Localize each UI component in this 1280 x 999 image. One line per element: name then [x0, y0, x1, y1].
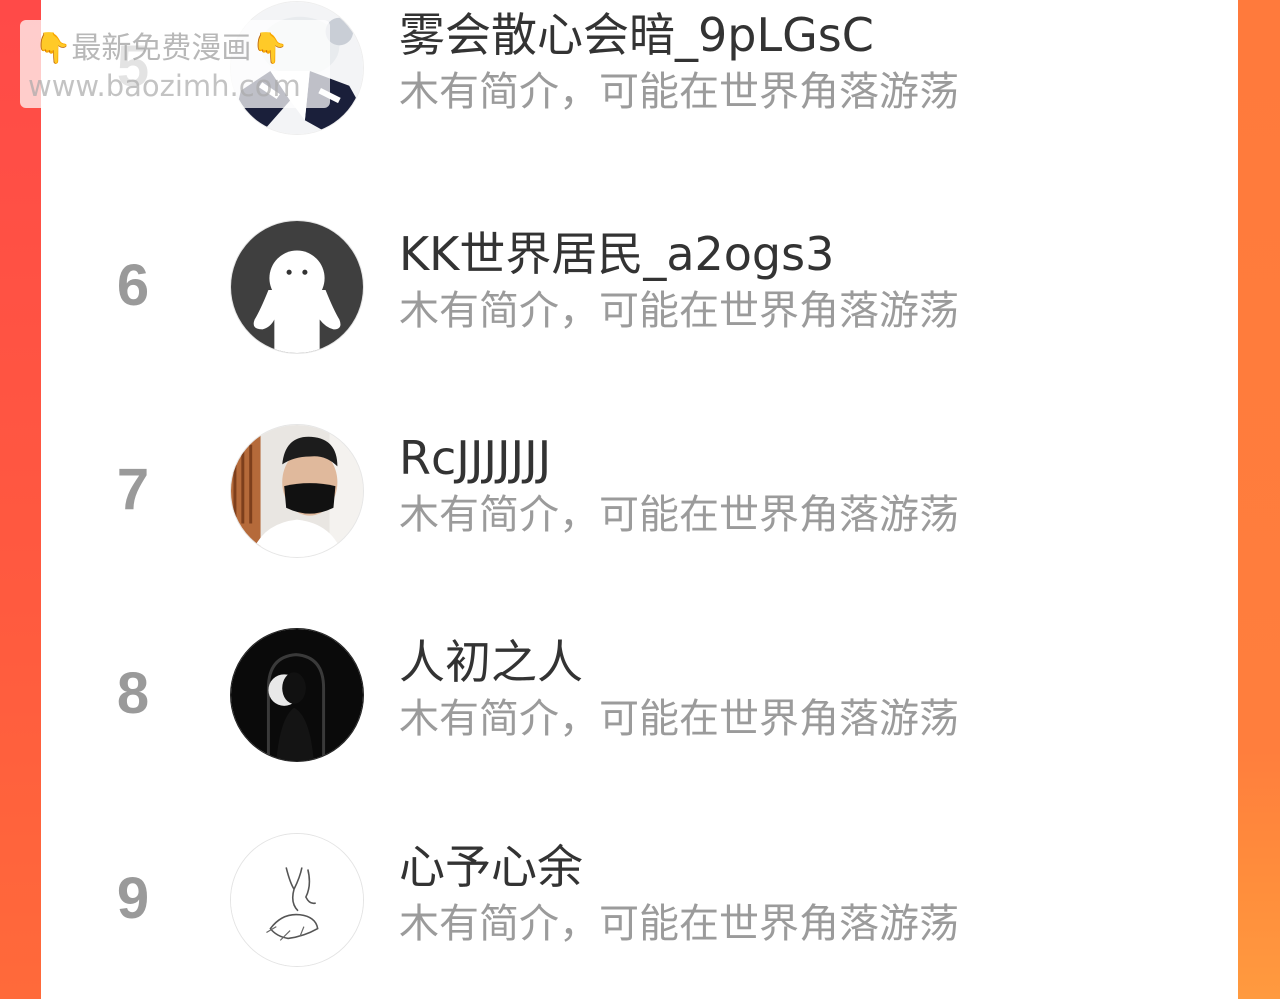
- list-item[interactable]: 8 人初之人 木有简介，可能在世界角落游荡: [41, 621, 1238, 771]
- user-avatar[interactable]: [230, 220, 364, 354]
- list-item[interactable]: 6 KK世界居民_a2ogs3 木有简介，可能在世界角落游荡: [41, 213, 1238, 363]
- user-name[interactable]: 人初之人: [399, 633, 583, 691]
- watermark-url: www.baozimh.com: [28, 69, 301, 103]
- user-intro: 木有简介，可能在世界角落游荡: [399, 288, 959, 334]
- watermark-title: 👇最新免费漫画👇: [34, 30, 289, 68]
- rank-number: 9: [116, 866, 150, 931]
- user-intro: 木有简介，可能在世界角落游荡: [399, 492, 959, 538]
- user-name[interactable]: 心予心余: [399, 838, 583, 896]
- watermark-title-text: 最新免费漫画: [71, 31, 252, 66]
- masked-man-photo-avatar-icon: [231, 425, 363, 557]
- site-watermark: 👇最新免费漫画👇 www.baozimh.com: [20, 20, 330, 108]
- user-avatar[interactable]: [230, 833, 364, 967]
- rank-number: 8: [116, 661, 150, 726]
- user-avatar[interactable]: [230, 424, 364, 558]
- ranking-list-panel: 5 雾会散心会暗_9pLGsC 木有简介，可能在世界角落游荡 6: [41, 0, 1238, 999]
- user-name[interactable]: RcJJJJJJJ: [399, 429, 551, 487]
- rank-number: 7: [116, 457, 150, 522]
- list-item[interactable]: 7 RcJJJJJJJ 木有简介，可能在世界角落游荡: [41, 417, 1238, 567]
- list-item[interactable]: 9 心予心余 木有简介，可能在世界角落游荡: [41, 826, 1238, 976]
- hand-sketch-avatar-icon: [231, 834, 363, 966]
- default-ghost-avatar-icon: [231, 221, 363, 353]
- pointing-down-hand-icon: 👇: [251, 31, 289, 66]
- right-background-strip: [1238, 0, 1280, 999]
- silhouette-photo-avatar-icon: [231, 629, 363, 761]
- pointing-down-hand-icon: 👇: [34, 31, 72, 66]
- user-intro: 木有简介，可能在世界角落游荡: [399, 696, 959, 742]
- left-background-strip: [0, 0, 41, 999]
- user-intro: 木有简介，可能在世界角落游荡: [399, 69, 959, 115]
- rank-number: 6: [116, 253, 150, 318]
- user-intro: 木有简介，可能在世界角落游荡: [399, 901, 959, 947]
- user-name[interactable]: 雾会散心会暗_9pLGsC: [399, 6, 874, 64]
- user-name[interactable]: KK世界居民_a2ogs3: [399, 225, 834, 283]
- user-avatar[interactable]: [230, 628, 364, 762]
